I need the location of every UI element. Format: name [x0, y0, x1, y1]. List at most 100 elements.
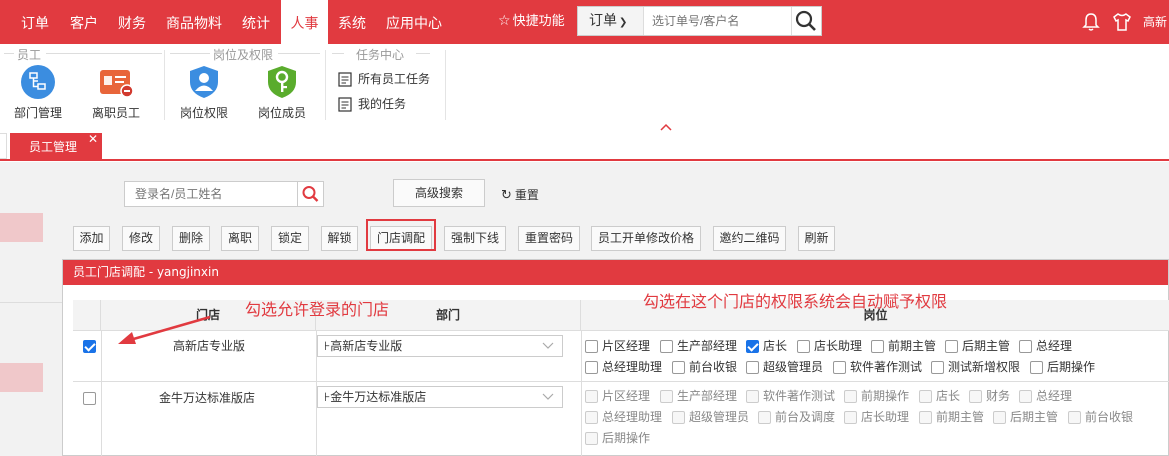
name-search-input[interactable] [124, 181, 298, 207]
dept-management-button[interactable]: 部门管理 [0, 64, 76, 122]
notification-bell-icon[interactable] [1082, 12, 1100, 35]
nav-item-finance[interactable]: 财务 [108, 0, 156, 44]
user-shield-icon [190, 66, 218, 98]
role-checkbox[interactable]: 店长助理 [797, 338, 862, 354]
checkbox[interactable] [585, 340, 598, 353]
role-checkbox[interactable]: 前台收银 [672, 359, 737, 375]
invite-qrcode-button[interactable]: 邀约二维码 [713, 226, 786, 251]
reset-password-button[interactable]: 重置密码 [518, 226, 580, 251]
unlock-button[interactable]: 解锁 [321, 226, 358, 251]
global-search-button[interactable] [791, 7, 821, 35]
role-label: 超级管理员 [763, 360, 824, 374]
refresh-button[interactable]: 刷新 [798, 226, 835, 251]
left-panel [0, 162, 62, 456]
ribbon-toolbar: 员工 部门管理 离职员工 岗位及权限 岗位权限 岗位成员 任务中心 所有员工任务… [0, 44, 1169, 124]
all-staff-tasks-link[interactable]: 所有员工任务 [338, 70, 430, 88]
checkbox[interactable] [931, 361, 944, 374]
role-permission-button[interactable]: 岗位权限 [166, 64, 242, 122]
checkbox[interactable] [945, 340, 958, 353]
add-button[interactable]: 添加 [73, 226, 110, 251]
role-checkbox[interactable]: 片区经理 [585, 338, 650, 354]
role-members-button[interactable]: 岗位成员 [244, 64, 320, 122]
checkbox[interactable] [746, 340, 759, 353]
nav-item-stats[interactable]: 统计 [232, 0, 280, 44]
dept-select[interactable]: ⊦金牛万达标准版店 [317, 386, 563, 408]
role-checkbox[interactable]: 测试新增权限 [931, 359, 1020, 375]
checkbox [969, 390, 982, 403]
nav-item-customer[interactable]: 客户 [60, 0, 108, 44]
search-scope-select[interactable]: 订单 ❯ [578, 7, 644, 35]
role-label: 后期主管 [1010, 410, 1059, 424]
row-select-checkbox[interactable] [83, 340, 96, 353]
group-title-roles: 岗位及权限 [212, 48, 273, 62]
role-label: 片区经理 [602, 389, 651, 403]
group-divider [278, 53, 320, 54]
role-checkbox[interactable]: 后期主管 [945, 338, 1010, 354]
current-user[interactable]: 高新 [1143, 13, 1167, 30]
annotation-allow-store: 勾选允许登录的门店 [245, 300, 390, 319]
reset-button[interactable]: ↻ 重置 [501, 186, 539, 203]
role-checkbox[interactable]: 前期主管 [871, 338, 936, 354]
tab-previous[interactable] [0, 133, 7, 159]
checkbox[interactable] [746, 361, 759, 374]
resigned-staff-button[interactable]: 离职员工 [78, 64, 154, 122]
role-checkbox[interactable]: 超级管理员 [746, 359, 823, 375]
role-checkbox: 前台收银 [1068, 409, 1133, 425]
checkbox[interactable] [672, 361, 685, 374]
dept-select[interactable]: ⊦高新店专业版 [317, 335, 563, 357]
checkbox[interactable] [660, 340, 673, 353]
role-checkbox: 片区经理 [585, 388, 650, 404]
advanced-search-button[interactable]: 高级搜索 [393, 179, 485, 207]
role-checkbox: 总经理助理 [585, 409, 662, 425]
header-checkbox-col [73, 300, 101, 331]
tab-employee-management[interactable]: 员工管理 ✕ [10, 132, 102, 159]
checkbox[interactable] [1030, 361, 1043, 374]
edit-button[interactable]: 修改 [122, 226, 160, 251]
role-checkbox[interactable]: 店长 [746, 338, 787, 354]
reset-label: 重置 [514, 188, 539, 202]
checkbox [585, 432, 598, 445]
checkbox[interactable] [833, 361, 846, 374]
cell-divider [581, 331, 582, 381]
resign-card-icon [100, 70, 134, 98]
checkbox [585, 390, 598, 403]
delete-button[interactable]: 删除 [172, 226, 210, 251]
group-divider [4, 53, 14, 54]
staff-price-edit-button[interactable]: 员工开单修改价格 [591, 226, 701, 251]
resigned-staff-label: 离职员工 [91, 106, 140, 120]
left-panel-item[interactable] [0, 363, 43, 392]
nav-item-goods[interactable]: 商品物料 [156, 0, 232, 44]
quick-functions-button[interactable]: ☆ 快捷功能 [498, 11, 565, 31]
name-search-button[interactable] [297, 181, 324, 207]
role-label: 后期操作 [602, 431, 651, 445]
close-icon[interactable]: ✕ [88, 125, 98, 153]
role-checkbox[interactable]: 后期操作 [1030, 359, 1095, 375]
role-label: 总经理 [1036, 389, 1073, 403]
nav-item-order[interactable]: 订单 [10, 0, 60, 44]
role-checkbox[interactable]: 总经理助理 [585, 359, 662, 375]
force-logout-button[interactable]: 强制下线 [444, 226, 506, 251]
nav-item-app-center[interactable]: 应用中心 [376, 0, 452, 44]
row-select-checkbox[interactable] [83, 392, 96, 405]
role-checkbox[interactable]: 软件著作测试 [833, 359, 922, 375]
checkbox[interactable] [1019, 340, 1032, 353]
collapse-ribbon-button[interactable] [645, 121, 687, 133]
resign-button[interactable]: 离职 [221, 226, 259, 251]
checkbox[interactable] [797, 340, 810, 353]
my-tasks-link[interactable]: 我的任务 [338, 95, 406, 113]
role-checkbox[interactable]: 总经理 [1019, 338, 1072, 354]
role-label: 软件著作测试 [763, 389, 836, 403]
quick-functions-label: 快捷功能 [512, 14, 565, 29]
checkbox[interactable] [871, 340, 884, 353]
global-search-input[interactable] [646, 7, 792, 35]
nav-item-hr[interactable]: 人事 [281, 0, 328, 44]
left-panel-item[interactable] [0, 213, 43, 242]
nav-item-system[interactable]: 系统 [328, 0, 376, 44]
role-checkbox: 后期操作 [585, 430, 650, 446]
role-checkbox[interactable]: 生产部经理 [660, 338, 737, 354]
role-label: 生产部经理 [677, 389, 738, 403]
lock-button[interactable]: 锁定 [271, 226, 309, 251]
skin-shirt-icon[interactable] [1112, 12, 1132, 35]
my-tasks-label: 我的任务 [358, 97, 407, 111]
checkbox[interactable] [585, 361, 598, 374]
